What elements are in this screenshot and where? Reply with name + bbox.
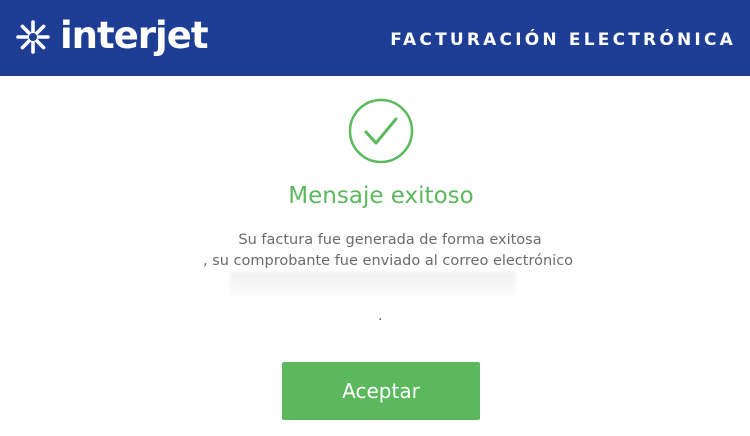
dialog-title: Mensaje exitoso: [288, 183, 474, 209]
dialog-message-line1: Su factura fue generada de forma exitosa: [238, 232, 542, 248]
interjet-logo-text: interjet: [60, 14, 209, 57]
interjet-logo-icon: [16, 20, 50, 54]
page-title: FACTURACIÓN ELECTRÓNICA: [390, 30, 736, 50]
success-dialog: Mensaje exitoso Su factura fue generada …: [0, 76, 750, 436]
header-bar: interjet FACTURACIÓN ELECTRÓNICA: [0, 0, 750, 76]
dialog-trailing-period: .: [378, 308, 383, 324]
accept-button[interactable]: Aceptar: [282, 362, 480, 420]
redacted-email-area: [230, 272, 516, 296]
dialog-message-line2: , su comprobante fue enviado al correo e…: [202, 253, 574, 269]
check-circle-icon: [348, 98, 414, 164]
